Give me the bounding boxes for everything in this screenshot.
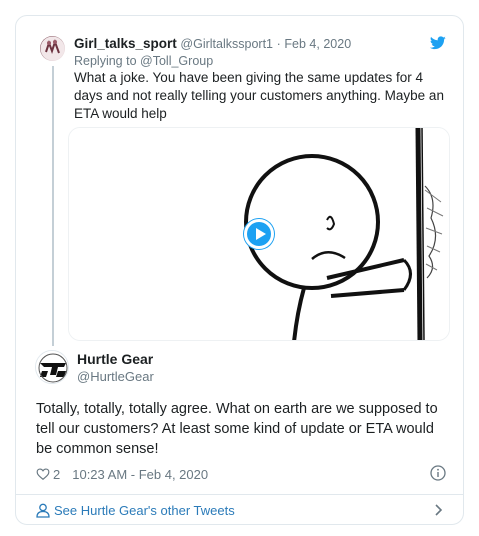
replying-to-link[interactable]: @Toll_Group [140,54,213,68]
person-icon [36,503,50,518]
parent-tweet-text: What a joke. You have been giving the sa… [74,70,444,121]
replying-prefix: Replying to [74,54,137,68]
heart-icon[interactable] [36,467,50,481]
separator: · [276,37,281,51]
twitter-bird-icon[interactable] [430,36,446,50]
tweet-text: Totally, totally, totally agree. What on… [36,401,438,457]
tweet-meta: 2 10:23 AM - Feb 4, 2020 [36,465,208,483]
tweet-timestamp[interactable]: 10:23 AM - Feb 4, 2020 [72,467,208,482]
see-other-tweets-link[interactable]: See Hurtle Gear's other Tweets [16,495,463,524]
author-handle[interactable]: @HurtleGear [77,369,154,384]
like-count[interactable]: 2 [53,467,60,482]
see-other-tweets-label[interactable]: See Hurtle Gear's other Tweets [54,503,235,518]
play-icon[interactable] [244,219,274,249]
tweet-embed-card: Girl_talks_sport @Girltalkssport1 · Feb … [15,15,464,525]
author-name[interactable]: Hurtle Gear [77,351,153,367]
author-name[interactable]: Girl_talks_sport [74,36,177,51]
author-handle[interactable]: @Girltalkssport1 [180,37,273,51]
replying-to: Replying to @Toll_Group [74,54,213,68]
chevron-right-icon[interactable] [434,503,444,517]
tweet-date[interactable]: Feb 4, 2020 [284,37,351,51]
parent-tweet-header: Girl_talks_sport @Girltalkssport1 · Feb … [74,36,351,51]
thread-connector [52,66,54,346]
info-icon[interactable] [430,465,446,481]
avatar[interactable] [40,36,65,61]
avatar[interactable] [35,350,69,384]
